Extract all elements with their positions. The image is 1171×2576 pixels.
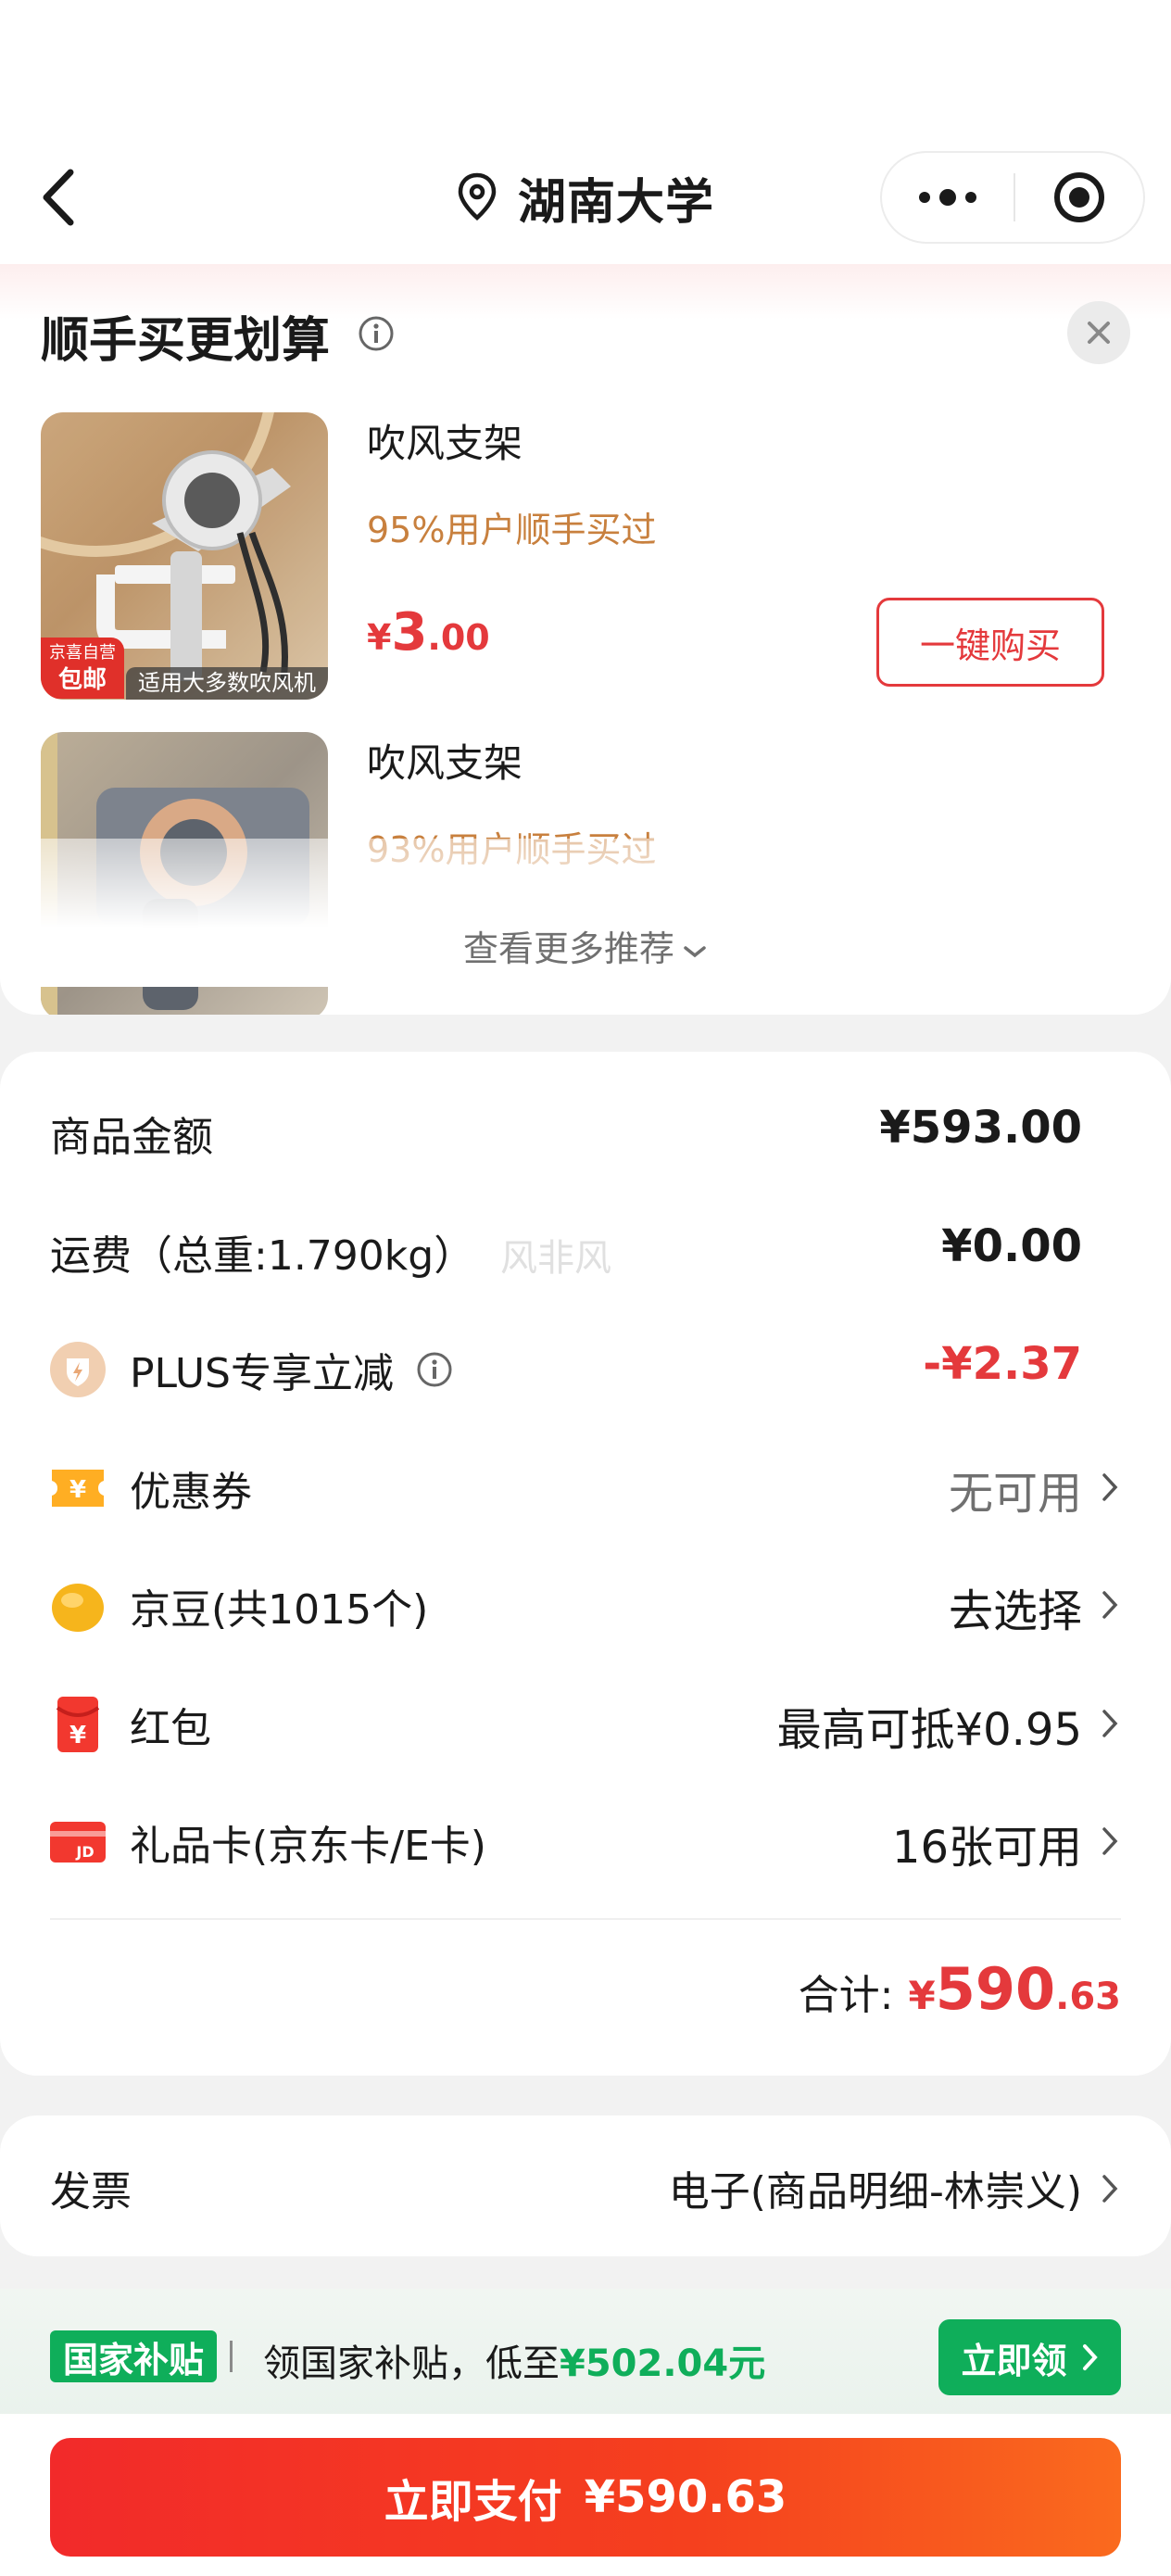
gift-card-icon: JD: [48, 1812, 107, 1872]
coupon-label: 优惠券: [130, 1469, 252, 1516]
goods-amount-label: 商品金额: [50, 1114, 213, 1161]
product-price: ¥3.00: [367, 602, 490, 663]
svg-text:¥: ¥: [69, 1722, 86, 1749]
price-currency: ¥: [367, 617, 392, 658]
price-decimal: .00: [427, 617, 490, 658]
subsidy-separator: [230, 2341, 233, 2372]
close-mini-program-icon[interactable]: [1015, 153, 1143, 242]
jd-beans-row[interactable]: 京豆(共1015个) 去选择: [0, 1571, 1171, 1645]
total-label: 合计:: [798, 1972, 894, 2019]
plus-discount-text: PLUS专享立减: [130, 1350, 394, 1397]
goods-amount-row: 商品金额 ¥593.00: [0, 1098, 1171, 1172]
product-name[interactable]: 吹风支架: [367, 412, 523, 469]
claim-subsidy-label: 立即领: [961, 2340, 1067, 2381]
subsidy-amount: ¥502.04元: [560, 2342, 766, 2385]
top-bar: 湖南大学: [0, 0, 1171, 269]
close-icon: [1088, 322, 1110, 344]
gift-card-label: 礼品卡(京东卡/E卡): [130, 1823, 486, 1870]
chevron-right-icon: [1101, 2173, 1119, 2208]
coupon-value: 无可用: [948, 1468, 1082, 1520]
invoice-value: 电子(商品明细-林崇义): [668, 2168, 1082, 2216]
info-icon[interactable]: [416, 1351, 453, 1388]
red-packet-label: 红包: [130, 1705, 211, 1752]
plus-discount-row: PLUS专享立减 -¥2.37: [0, 1334, 1171, 1408]
goods-amount-value: ¥593.00: [879, 1102, 1082, 1154]
product-badge: 京喜自营 包邮: [41, 638, 124, 699]
svg-text:JD: JD: [75, 1843, 94, 1861]
chevron-right-icon: [1101, 1825, 1119, 1861]
gift-card-value: 16张可用: [891, 1822, 1082, 1874]
red-packet-value: 最高可抵¥0.95: [776, 1704, 1082, 1756]
product-caption: 适用大多数吹风机: [126, 667, 328, 700]
upsell-product[interactable]: 京喜自营 包邮 适用大多数吹风机 吹风支架 95%用户顺手买过 ¥3.00 一键…: [0, 412, 1171, 709]
mini-program-capsule: [880, 151, 1145, 244]
price-integer: 3: [391, 602, 428, 663]
bottom-bar: 立即支付 ¥590.63: [0, 2414, 1171, 2576]
chevron-right-icon: [1101, 1708, 1119, 1743]
total-decimal: .63: [1055, 1976, 1121, 2018]
pay-now-button[interactable]: 立即支付 ¥590.63: [50, 2438, 1121, 2557]
chevron-right-icon: [1101, 1589, 1119, 1624]
view-more-recommendations[interactable]: 查看更多推荐: [0, 920, 1171, 971]
product-buyers-rate: 95%用户顺手买过: [367, 510, 657, 550]
pay-now-amount: ¥590.63: [584, 2471, 787, 2523]
chevron-down-icon: [682, 928, 708, 969]
shipping-value: ¥0.00: [941, 1220, 1082, 1272]
badge-brand: 京喜自营: [49, 643, 116, 663]
plus-discount-label: PLUS专享立减: [130, 1340, 453, 1399]
upsell-card: 顺手买更划算 京喜自营 包邮 适用大多数吹风机 吹风支架 95%用户顺手买过 ¥…: [0, 264, 1171, 1015]
total-amount: 合计: ¥590.63: [799, 1955, 1121, 2023]
national-subsidy-banner: 国家补贴 领国家补贴，低至¥502.04元 立即领: [0, 2289, 1171, 2428]
subsidy-text: 领国家补贴，低至¥502.04元: [263, 2333, 765, 2387]
coupon-icon: ¥: [48, 1458, 107, 1518]
location-name: 湖南大学: [517, 174, 714, 231]
product-image[interactable]: 京喜自营 包邮 适用大多数吹风机: [41, 412, 328, 700]
upsell-close-button[interactable]: [1067, 301, 1130, 364]
pay-now-label: 立即支付: [384, 2476, 562, 2528]
info-icon[interactable]: [358, 315, 395, 356]
price-breakdown-card: 商品金额 ¥593.00 运费（总重:1.790kg） 风非风 ¥0.00 PL…: [0, 1052, 1171, 2076]
chevron-right-icon: [1101, 1471, 1119, 1507]
more-options-icon[interactable]: [882, 153, 1014, 242]
plus-discount-value: -¥2.37: [923, 1338, 1082, 1390]
shipping-label: 运费（总重:1.790kg）: [50, 1232, 475, 1280]
caption-text: 适用大多数吹风机: [138, 670, 316, 696]
upsell-title: 顺手买更划算: [41, 313, 331, 369]
red-packet-icon: ¥: [48, 1695, 107, 1754]
watermark-text: 风非风: [500, 1237, 611, 1280]
badge-free-shipping: 包邮: [57, 666, 107, 694]
gift-card-row[interactable]: JD 礼品卡(京东卡/E卡) 16张可用: [0, 1807, 1171, 1881]
product-name[interactable]: 吹风支架: [367, 732, 523, 789]
subsidy-description: 领国家补贴，低至: [263, 2342, 560, 2385]
coupon-row[interactable]: ¥ 优惠券 无可用: [0, 1453, 1171, 1527]
divider: [50, 1918, 1121, 1920]
location-pin-icon: [458, 172, 497, 221]
plus-icon: [48, 1340, 107, 1399]
total-integer: 590: [935, 1955, 1056, 2023]
total-currency: ¥: [908, 1973, 936, 2018]
one-click-buy-button[interactable]: 一键购买: [876, 598, 1104, 687]
svg-text:¥: ¥: [69, 1476, 86, 1504]
red-packet-row[interactable]: ¥ 红包 最高可抵¥0.95: [0, 1689, 1171, 1763]
jd-beans-value: 去选择: [948, 1585, 1082, 1637]
shipping-row: 运费（总重:1.790kg） 风非风 ¥0.00: [0, 1217, 1171, 1291]
subsidy-badge: 国家补贴: [50, 2330, 218, 2382]
jd-bean-icon: [48, 1576, 107, 1635]
invoice-label: 发票: [50, 2168, 132, 2216]
chevron-right-icon: [1082, 2344, 1098, 2370]
claim-subsidy-button[interactable]: 立即领: [938, 2319, 1121, 2395]
checkout-page: 湖南大学 顺手买更划算 京喜自营 包邮 适用大多数吹风机 吹风支架 95%用户顺…: [0, 0, 1171, 2576]
invoice-row[interactable]: 发票 电子(商品明细-林崇义): [0, 2115, 1171, 2256]
jd-beans-label: 京豆(共1015个): [130, 1586, 429, 1634]
view-more-label: 查看更多推荐: [462, 928, 674, 969]
